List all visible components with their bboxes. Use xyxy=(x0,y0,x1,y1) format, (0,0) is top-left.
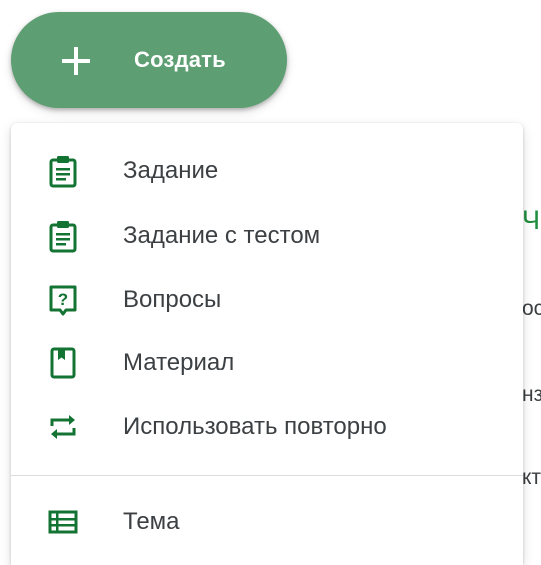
menu-item-reuse[interactable]: Использовать повторно xyxy=(11,399,523,455)
menu-item-quiz-assignment[interactable]: Задание с тестом xyxy=(11,208,523,264)
menu-item-label: Материал xyxy=(123,349,235,376)
reuse-icon xyxy=(50,415,76,439)
menu-item-label: Тема xyxy=(123,508,180,535)
plus-icon xyxy=(62,47,90,75)
menu-item-label: Вопросы xyxy=(123,286,222,313)
question-icon: ? xyxy=(49,285,77,316)
menu-item-label: Задание xyxy=(123,157,219,184)
background-heading-fragment: Ча xyxy=(522,205,541,235)
quiz-assignment-icon xyxy=(49,221,77,253)
create-button-label: Создать xyxy=(134,47,226,72)
menu-item-question[interactable]: ? Вопросы xyxy=(11,272,523,328)
svg-text:?: ? xyxy=(58,290,68,309)
menu-item-assignment[interactable]: Задание xyxy=(11,143,523,199)
material-icon xyxy=(50,347,76,379)
background-text-fragment: кт xyxy=(522,466,541,489)
background-text-fragment: ос xyxy=(522,297,541,320)
menu-item-label: Использовать повторно xyxy=(123,413,387,440)
menu-item-label: Задание с тестом xyxy=(123,222,321,249)
menu-item-topic[interactable]: Тема xyxy=(11,494,523,550)
menu-divider xyxy=(11,475,523,476)
create-menu: Задание Задание с тестом ? Вопросы Матер… xyxy=(11,123,523,565)
topic-icon xyxy=(48,510,78,534)
background-text-fragment: нз xyxy=(522,383,541,406)
create-button[interactable]: Создать xyxy=(11,12,287,108)
assignment-icon xyxy=(49,156,77,188)
menu-item-material[interactable]: Материал xyxy=(11,335,523,391)
